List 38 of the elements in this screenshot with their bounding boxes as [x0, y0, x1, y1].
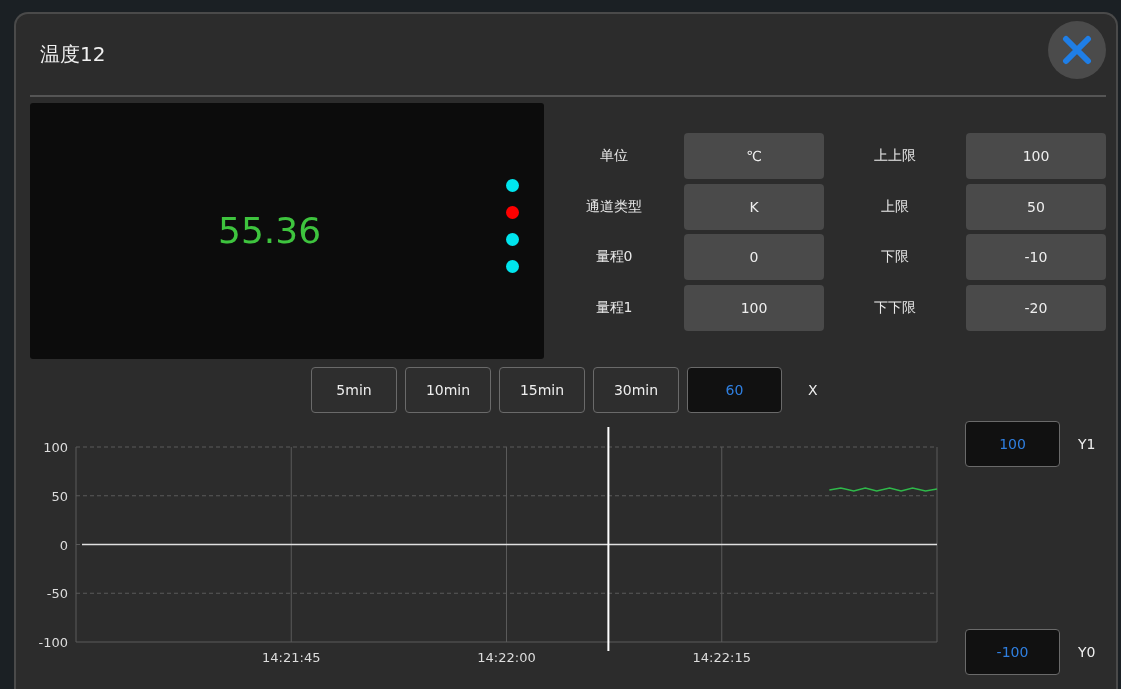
x-range-field[interactable]: 60	[687, 367, 782, 413]
temperature-value: 55.36	[218, 210, 322, 251]
x-tick-label: 14:22:00	[477, 650, 536, 665]
time-range-button[interactable]: 10min	[405, 367, 491, 413]
cursor-line[interactable]	[607, 426, 610, 652]
y-tick-label: 50	[51, 488, 68, 504]
parameter-label: 量程1	[595, 298, 633, 317]
close-icon	[1062, 34, 1092, 65]
parameter-field[interactable]: 100	[684, 284, 824, 331]
x-tick-label: 14:22:15	[692, 650, 751, 665]
parameter-label: 量程0	[595, 248, 633, 266]
y-tick-label: -100	[38, 635, 68, 650]
parameter-label: 上限	[881, 197, 909, 216]
y-tick-label: 100	[43, 440, 68, 455]
x-axis-label: X	[808, 382, 818, 398]
time-range-button[interactable]: 30min	[593, 367, 679, 413]
parameter-field[interactable]: ℃	[684, 133, 824, 179]
y-tick-label: -50	[46, 586, 68, 602]
time-range-button[interactable]: 5min	[311, 367, 397, 413]
x-tick-label: 14:21:45	[262, 650, 321, 665]
parameter-label: 单位	[600, 147, 628, 165]
parameter-label: 通道类型	[586, 197, 642, 216]
parameter-label: 下限	[881, 248, 909, 266]
parameter-field[interactable]: -10	[966, 234, 1106, 280]
time-range-button[interactable]: 15min	[499, 367, 585, 413]
parameter-label: 下下限	[874, 298, 916, 317]
y-min-field[interactable]: -100	[965, 629, 1060, 675]
y-max-field[interactable]: 100	[965, 421, 1060, 467]
parameter-field[interactable]: -20	[966, 284, 1106, 331]
parameter-field[interactable]: K	[684, 183, 824, 230]
parameter-field[interactable]: 100	[966, 133, 1106, 179]
y-max-label: Y1	[1078, 436, 1096, 452]
dialog-title: 温度12	[39, 41, 106, 68]
parameter-field[interactable]: 50	[966, 183, 1106, 230]
parameter-label: 上上限	[874, 147, 916, 165]
y-min-label: Y0	[1078, 644, 1096, 660]
parameter-field[interactable]: 0	[684, 234, 824, 280]
y-tick-label: 0	[59, 537, 68, 553]
